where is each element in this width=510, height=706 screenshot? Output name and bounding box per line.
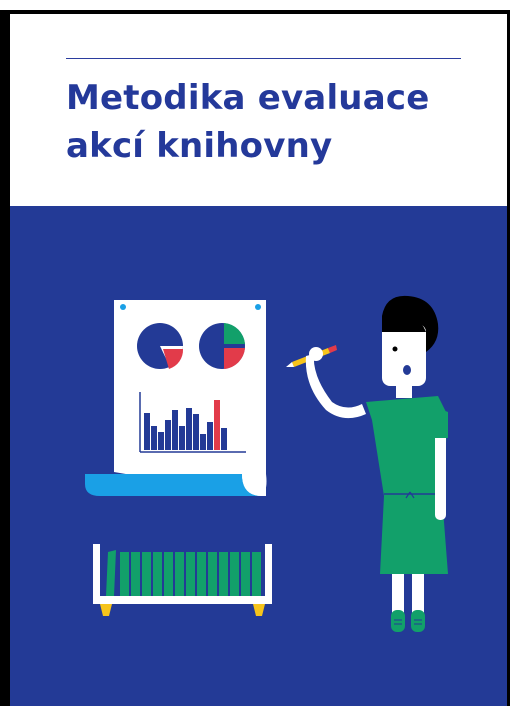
bar [221,428,227,450]
bar-highlight [214,400,220,450]
board-sheet [114,300,266,496]
neck [396,384,412,398]
eye-icon [392,346,398,352]
bar [165,420,171,450]
woman-with-pencil [286,295,448,632]
sleeve [432,406,448,438]
face [382,324,426,386]
bar [186,408,192,450]
book [241,552,250,596]
book [164,552,173,596]
bar [144,413,150,450]
shelf-side-right [265,544,272,604]
frame-border-left [0,10,10,706]
bar [193,414,199,450]
shoe-right [411,610,425,632]
bar [158,432,164,450]
shelf-foot-right [253,604,265,616]
book [142,552,151,596]
raised-arm [305,354,366,419]
shelf-foot-left [100,604,112,616]
book [131,552,140,596]
board-pin-right-icon [255,304,261,310]
book [230,552,239,596]
shelf-base [93,596,272,604]
book [186,552,195,596]
cover-title-line-2: akcí knihovny [66,126,333,166]
bar [172,410,178,450]
book [219,552,228,596]
book-cover: Metodika evaluace akcí knihovny [0,0,510,706]
bar [207,422,213,450]
hand [309,347,323,361]
pie-chart-icon [137,323,184,369]
book [153,552,162,596]
board-pin-left-icon [120,304,126,310]
book [175,552,184,596]
bar [151,426,157,450]
book-leaning [106,550,116,596]
shoe-left [391,610,405,632]
bar [179,426,185,450]
book [197,552,206,596]
cover-title: Metodika evaluace akcí knihovny [66,74,486,170]
shelf-side-left [93,544,100,604]
cover-illustration [85,295,448,632]
bar [200,434,206,450]
mouth-icon [403,365,411,375]
cover-title-line-1: Metodika evaluace [66,78,430,118]
leg-right [412,574,424,614]
book [208,552,217,596]
book [252,552,261,596]
title-rule [66,58,461,59]
board-curl [85,474,262,496]
pie-chart-icon-2 [199,323,245,369]
leg-left [392,574,404,614]
bookshelf [93,544,272,616]
book [120,552,129,596]
